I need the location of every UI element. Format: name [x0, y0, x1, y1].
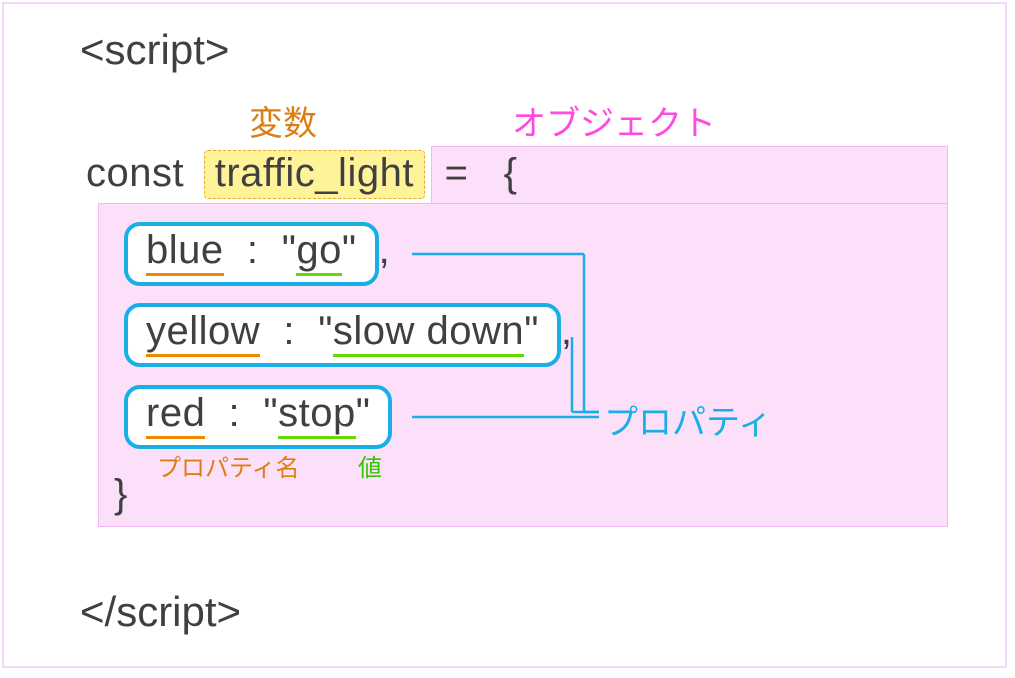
prop-value-yellow: slow down [333, 309, 524, 357]
prop-name-red: red [146, 391, 205, 439]
label-variable-text: 変数 [249, 105, 317, 143]
label-property: プロパティ [604, 395, 772, 444]
property-row-red: red : "stop" [124, 385, 392, 449]
prop-name-yellow: yellow [146, 309, 260, 357]
label-value-name: 値 [358, 448, 382, 483]
property-pill-yellow: yellow : "slow down" [124, 303, 561, 367]
variable-name-text: traffic_light [215, 151, 414, 195]
label-property-name: プロパティ名 [157, 448, 300, 483]
property-row-blue: blue : "go" , [124, 222, 390, 286]
code-close-tag-text: </script> [80, 588, 241, 635]
code-open-tag: <script> [80, 26, 229, 74]
code-close-tag: </script> [80, 588, 241, 636]
code-open-tag-text: <script> [80, 26, 229, 73]
prop-value-blue: go [296, 228, 342, 276]
label-object-text: オブジェクト [512, 105, 716, 143]
code-brace-close-text: } [114, 472, 128, 516]
prop-comma-blue: , [379, 228, 391, 272]
property-pill-red: red : "stop" [124, 385, 392, 449]
label-variable: 変数 [249, 96, 317, 145]
label-property-text: プロパティ [604, 404, 772, 442]
diagram-canvas: <script> 変数 オブジェクト const traffic_light =… [2, 2, 1007, 668]
property-row-yellow: yellow : "slow down" , [124, 303, 573, 367]
code-brace-close: } [114, 472, 128, 517]
prop-comma-yellow: , [561, 309, 573, 353]
variable-name-box: traffic_light [204, 150, 425, 199]
label-object: オブジェクト [512, 96, 716, 145]
label-value-name-text: 値 [358, 455, 382, 482]
code-const-kw: const [86, 151, 184, 195]
code-equals: = [445, 151, 480, 195]
prop-value-red: stop [278, 391, 356, 439]
code-line-const: const traffic_light = { [86, 150, 518, 199]
code-brace-open: { [504, 151, 518, 195]
label-property-name-text: プロパティ名 [157, 455, 300, 482]
prop-name-blue: blue [146, 228, 224, 276]
property-pill-blue: blue : "go" [124, 222, 379, 286]
